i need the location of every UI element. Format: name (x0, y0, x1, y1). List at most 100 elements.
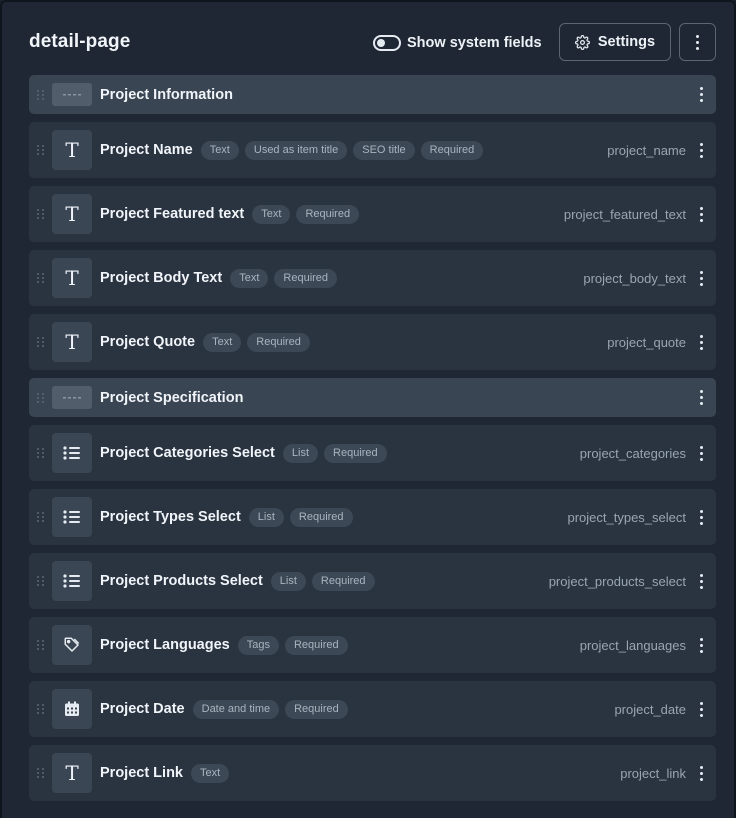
field-api-key: project_link (620, 765, 686, 781)
field-api-key: project_quote (607, 334, 686, 350)
settings-button-label: Settings (597, 34, 656, 50)
field-name: Project Date (100, 701, 185, 717)
field-row[interactable]: Project Languages Tags Required project_lan… (29, 617, 716, 673)
field-api-key: project_types_select (567, 509, 686, 525)
field-badge: List (248, 507, 284, 527)
field-api-key: project_date (614, 701, 686, 717)
field-name: Project Featured text (100, 206, 245, 222)
more-vertical-icon (696, 34, 699, 50)
field-badge: Required (296, 204, 360, 224)
row-menu-button[interactable] (686, 314, 716, 370)
drag-handle-icon[interactable] (29, 186, 52, 242)
show-system-fields-toggle[interactable]: Show system fields (373, 33, 542, 53)
field-row[interactable]: Project Date Date and time Required project… (29, 681, 716, 737)
text-icon: T (52, 194, 92, 234)
page-title: detail-page (29, 31, 131, 52)
field-badge: Text (200, 140, 239, 160)
field-badge: List (270, 571, 306, 591)
field-badge: Required (311, 571, 375, 591)
field-row[interactable]: T Project Name Text Used as item title SEO t… (29, 122, 716, 178)
field-badges: Text Required (230, 268, 338, 288)
more-vertical-icon (699, 206, 703, 222)
row-menu-button[interactable] (686, 186, 716, 242)
row-menu-button[interactable] (686, 425, 716, 481)
field-name: Project Languages (100, 637, 230, 653)
field-badge: Required (289, 507, 353, 527)
field-row[interactable]: T Project Link Text project_link (29, 745, 716, 801)
field-badges: Text Required (252, 204, 360, 224)
more-vertical-icon (699, 637, 703, 653)
more-vertical-icon (699, 765, 703, 781)
more-vertical-icon (699, 334, 703, 350)
field-row[interactable]: T Project Featured text Text Required projec… (29, 186, 716, 242)
drag-handle-icon[interactable] (29, 378, 52, 417)
field-badge: Required (285, 699, 348, 719)
field-api-key: project_body_text (583, 270, 686, 286)
row-menu-button[interactable] (686, 745, 716, 801)
row-menu-button[interactable] (686, 250, 716, 306)
field-badge: Tags (237, 635, 279, 655)
settings-button[interactable]: Settings (559, 23, 671, 61)
row-menu-button[interactable] (686, 681, 716, 737)
more-vertical-icon (699, 445, 703, 461)
drag-handle-icon[interactable] (29, 489, 52, 545)
field-row[interactable]: T Project Quote Text Required project_quote (29, 314, 716, 370)
field-name: Project Name (100, 142, 193, 158)
more-vertical-icon (699, 509, 703, 525)
field-badge: Required (324, 443, 387, 463)
tag-icon (52, 625, 92, 665)
list-icon (52, 561, 92, 601)
row-menu-button[interactable] (686, 122, 716, 178)
more-vertical-icon (699, 142, 703, 158)
field-badge: Required (420, 140, 484, 160)
text-icon: T (52, 130, 92, 170)
drag-handle-icon[interactable] (29, 681, 52, 737)
toggle-knob (377, 39, 385, 47)
app-frame: detail-page Show system fields Settings … (0, 0, 736, 818)
field-api-key: project_name (607, 142, 686, 158)
field-row[interactable]: Project Products Select List Required proje… (29, 553, 716, 609)
field-api-key: project_languages (579, 637, 686, 653)
more-vertical-icon (699, 270, 703, 286)
field-badge: Required (274, 268, 338, 288)
field-name: Project Quote (100, 334, 196, 350)
section-title: Project Specification (100, 389, 244, 406)
drag-handle-icon[interactable] (29, 425, 52, 481)
field-badges: Date and time Required (192, 699, 348, 719)
row-menu-button[interactable] (686, 75, 716, 114)
field-name: Project Body Text (100, 270, 223, 286)
drag-handle-icon[interactable] (29, 122, 52, 178)
drag-handle-icon[interactable] (29, 617, 52, 673)
drag-handle-icon[interactable] (29, 314, 52, 370)
field-badges: Text Required (203, 332, 310, 352)
calendar-icon (52, 689, 92, 729)
drag-handle-icon[interactable] (29, 250, 52, 306)
toggle-switch[interactable] (373, 35, 401, 51)
field-row[interactable]: Project Types Select List Required project_… (29, 489, 716, 545)
text-icon: T (52, 322, 92, 362)
field-badges: Text (191, 763, 230, 783)
drag-handle-icon[interactable] (29, 553, 52, 609)
row-menu-button[interactable] (686, 489, 716, 545)
field-badge: Required (247, 332, 310, 352)
more-options-button[interactable] (679, 23, 716, 61)
more-vertical-icon (699, 87, 703, 102)
field-badges: Text Used as item title SEO title Required (200, 140, 484, 160)
row-menu-button[interactable] (686, 617, 716, 673)
field-row[interactable]: Project Categories Select List Required pro… (29, 425, 716, 481)
field-name: Project Products Select (100, 573, 263, 589)
field-name: Project Types Select (100, 509, 241, 525)
drag-handle-icon[interactable] (29, 75, 52, 114)
field-name: Project Categories Select (100, 445, 275, 461)
field-badge: List (282, 443, 319, 463)
drag-handle-icon[interactable] (29, 745, 52, 801)
row-menu-button[interactable] (686, 553, 716, 609)
row-menu-button[interactable] (686, 378, 716, 417)
field-badge: Date and time (192, 699, 280, 719)
section-title: Project Information (100, 86, 233, 103)
field-row[interactable]: T Project Body Text Text Required project_bo… (29, 250, 716, 306)
field-api-key: project_featured_text (563, 206, 686, 222)
section-row[interactable]: Project Information (29, 75, 716, 114)
field-badges: List Required (282, 443, 387, 463)
section-row[interactable]: Project Specification (29, 378, 716, 417)
